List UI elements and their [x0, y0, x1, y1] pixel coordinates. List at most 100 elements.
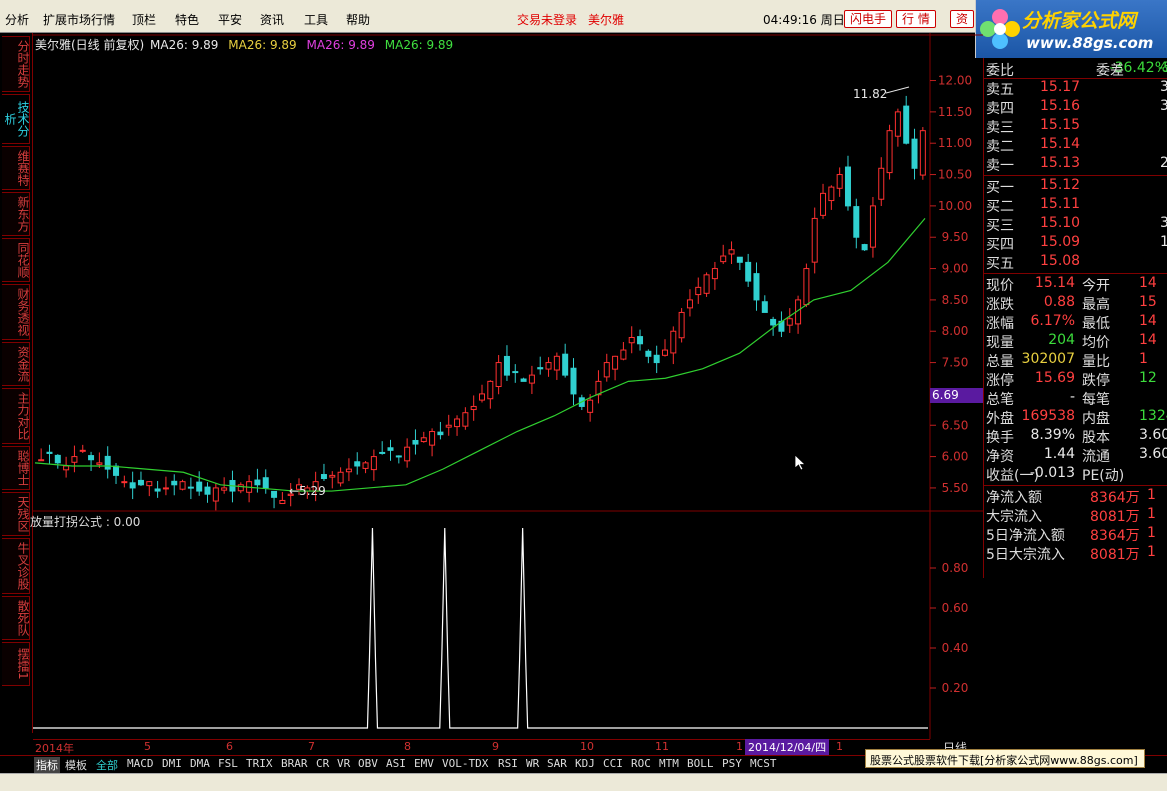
indicator-tab-模板[interactable]: 模板: [65, 757, 87, 773]
sell-price[interactable]: 15.14: [1040, 136, 1080, 152]
time-axis-label: 6: [226, 740, 233, 753]
stat-label-2: 量比: [1082, 354, 1110, 370]
indicator-tab-mcst[interactable]: MCST: [750, 757, 777, 770]
indicator-tab-sar[interactable]: SAR: [547, 757, 567, 770]
stat-label: 外盘: [986, 411, 1014, 427]
sell-price[interactable]: 15.17: [1040, 79, 1080, 95]
candle-body: [454, 418, 461, 428]
buy-price[interactable]: 15.11: [1040, 196, 1080, 212]
flash-trade-button[interactable]: 闪电手: [844, 10, 893, 28]
indicator-tab-全部[interactable]: 全部: [96, 757, 118, 773]
ad-banner[interactable]: 股票公式股票软件下载[分析家公式网www.88gs.com]: [865, 749, 1145, 768]
menu-help[interactable]: 帮助: [346, 11, 370, 28]
stat-label-2: 股本: [1082, 430, 1110, 446]
buy-row-1: 买二 15.11: [984, 196, 1167, 215]
candle-body: [861, 244, 868, 251]
candle-body: [670, 330, 677, 354]
indicator-tab-asi[interactable]: ASI: [386, 757, 406, 770]
high-arrow: [885, 86, 910, 94]
buy-price[interactable]: 15.10: [1040, 215, 1080, 231]
nav-tab-11[interactable]: 散死队: [2, 596, 30, 640]
indicator-tab-cci[interactable]: CCI: [603, 757, 623, 770]
sell-price[interactable]: 15.16: [1040, 98, 1080, 114]
nav-tab-1[interactable]: 技术分析: [2, 94, 30, 144]
nav-tab-3[interactable]: 新东方: [2, 192, 30, 236]
sell-price[interactable]: 15.13: [1040, 155, 1080, 171]
buy-label: 买三: [986, 218, 1014, 234]
indicator-tab-boll[interactable]: BOLL: [687, 757, 714, 770]
nav-tab-10[interactable]: 牛叉诊股: [2, 538, 30, 594]
nav-tab-2[interactable]: 维赛特: [2, 146, 30, 190]
indicator-tab-fsl[interactable]: FSL: [218, 757, 238, 770]
sell-price[interactable]: 15.15: [1040, 117, 1080, 133]
stat-label-2: 跌停: [1082, 373, 1110, 389]
candle-body: [828, 186, 835, 202]
flow-value: 8364万: [1090, 528, 1140, 544]
buy-price[interactable]: 15.08: [1040, 253, 1080, 269]
indicator-tab-psy[interactable]: PSY: [722, 757, 742, 770]
menu-pingan[interactable]: 平安: [218, 11, 242, 28]
indicator-tab-cr[interactable]: CR: [316, 757, 329, 770]
indicator-tab-vr[interactable]: VR: [337, 757, 350, 770]
indicator-tab-mtm[interactable]: MTM: [659, 757, 679, 770]
indicator-tab-rsi[interactable]: RSI: [498, 757, 518, 770]
buy-label: 买二: [986, 199, 1014, 215]
nav-tab-8[interactable]: 聪博士: [2, 446, 30, 490]
indicator-tab-dma[interactable]: DMA: [190, 757, 210, 770]
buy-price[interactable]: 15.09: [1040, 234, 1080, 250]
info-button[interactable]: 资: [950, 10, 975, 28]
flow-value: 8081万: [1090, 547, 1140, 563]
buy-price[interactable]: 15.12: [1040, 177, 1080, 193]
menu-news[interactable]: 资讯: [260, 11, 284, 28]
candle-body: [703, 274, 710, 294]
nav-tab-7[interactable]: 主力对比: [2, 388, 30, 444]
indicator-tab-trix[interactable]: TRIX: [246, 757, 273, 770]
nav-tab-9[interactable]: 天残区: [2, 492, 30, 536]
nav-tab-4[interactable]: 同花顺: [2, 238, 30, 282]
menu-tools[interactable]: 工具: [304, 11, 328, 28]
stat-value: 169538: [1021, 408, 1075, 424]
indicator-tab-kdj[interactable]: KDJ: [575, 757, 595, 770]
indicator-tab-vol-tdx[interactable]: VOL-TDX: [442, 757, 488, 770]
candle-body: [620, 349, 627, 360]
nav-tab-5[interactable]: 财务透视: [2, 284, 30, 340]
indicator-tab-macd[interactable]: MACD: [127, 757, 154, 770]
sell-volume: 3: [1160, 79, 1167, 95]
candle-body: [445, 424, 452, 428]
menu-extended-market[interactable]: 扩展市场行情: [43, 11, 115, 28]
indicator-line: [33, 527, 928, 729]
stat-label-2: 最高: [1082, 297, 1110, 313]
indicator-tab-obv[interactable]: OBV: [358, 757, 378, 770]
menu-features[interactable]: 特色: [175, 11, 199, 28]
time-axis-label: 8: [404, 740, 411, 753]
nav-tab-0[interactable]: 分时走势: [2, 36, 30, 92]
quote-button[interactable]: 行 情: [896, 10, 936, 28]
kline-chart[interactable]: 5.506.006.507.007.508.008.509.009.5010.0…: [33, 33, 983, 739]
sell-row-4: 卖一 15.13 2: [984, 155, 1167, 174]
status-bar: [0, 773, 1167, 791]
site-logo[interactable]: 分析家公式网 www.88gs.com: [975, 0, 1167, 58]
candle-body: [853, 206, 860, 238]
indicator-tab-brar[interactable]: BRAR: [281, 757, 308, 770]
candle-body: [104, 455, 111, 470]
time-axis-label: 1: [836, 740, 843, 753]
indicator-tab-emv[interactable]: EMV: [414, 757, 434, 770]
menu-stock-name: 美尔雅: [588, 13, 625, 27]
candle-body: [354, 461, 361, 467]
indicator-tab-指标[interactable]: 指标: [34, 757, 60, 773]
indicator-tab-wr[interactable]: WR: [526, 757, 539, 770]
menu-analysis[interactable]: 分析: [5, 11, 29, 28]
candle-body: [337, 471, 344, 484]
indicator-tab-roc[interactable]: ROC: [631, 757, 651, 770]
nav-tab-6[interactable]: 资金流: [2, 342, 30, 386]
stat-row-9: 净资 1.44 流通 3.60: [984, 446, 1167, 465]
stat-label: 总笔: [986, 392, 1014, 408]
stat-value: 204: [1048, 332, 1075, 348]
trade-login-status[interactable]: 交易未登录: [517, 11, 577, 28]
menu-topbar[interactable]: 顶栏: [132, 11, 156, 28]
indicator-tab-dmi[interactable]: DMI: [162, 757, 182, 770]
time-axis-label: 9: [492, 740, 499, 753]
sell-label: 卖四: [986, 101, 1014, 117]
nav-tab-12[interactable]: 摆擂1: [2, 642, 30, 686]
weibi-value: -36.42%: [1109, 60, 1167, 76]
